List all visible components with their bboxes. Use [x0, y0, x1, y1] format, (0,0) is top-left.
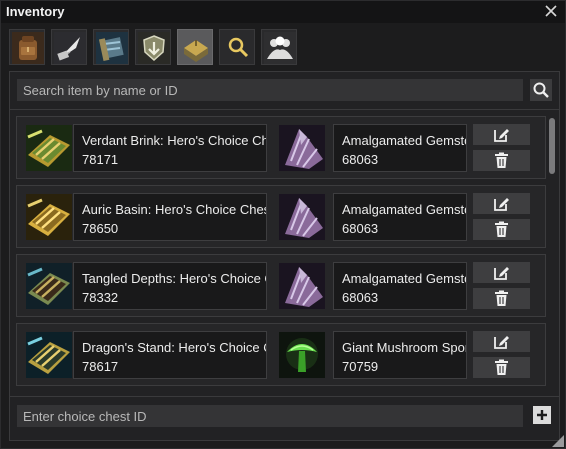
tab-search[interactable]: [219, 29, 255, 65]
item-name: Amalgamated Gemstone: [342, 271, 466, 286]
inventory-window: Inventory Search item by name or ID Verd…: [0, 0, 566, 449]
tab-choice-chests[interactable]: [177, 29, 213, 65]
delete-button[interactable]: [473, 150, 530, 171]
feather-quill-icon: [54, 32, 86, 64]
search-input[interactable]: [17, 79, 523, 101]
list-item: Verdant Brink: Hero's Choice Chest 78171…: [16, 116, 546, 179]
trash-icon: [495, 359, 508, 375]
chest-icon: [26, 332, 72, 378]
divider: [10, 109, 559, 110]
list-item: Auric Basin: Hero's Choice Chest 78650 A…: [16, 185, 546, 248]
tab-backpack[interactable]: [9, 29, 45, 65]
tab-crafting[interactable]: [51, 29, 87, 65]
item-id: 68063: [342, 290, 379, 305]
trash-icon: [495, 221, 508, 237]
chest-id-input[interactable]: [17, 405, 523, 427]
list-item: Dragon's Stand: Hero's Choice Chest 7861…: [16, 323, 546, 386]
chest-list: Verdant Brink: Hero's Choice Chest 78171…: [16, 116, 546, 392]
search-bar: [17, 79, 523, 101]
delete-button[interactable]: [473, 357, 530, 378]
item-name: Amalgamated Gemstone: [342, 133, 466, 148]
tab-guild[interactable]: [261, 29, 297, 65]
edit-icon: [494, 198, 509, 211]
chest-id-bar: [17, 405, 523, 427]
item-id: 68063: [342, 221, 379, 236]
edit-button[interactable]: [473, 331, 530, 352]
item-field: Giant Mushroom Spore 70759: [333, 331, 467, 379]
window-title: Inventory: [6, 4, 65, 19]
chest-icon: [26, 194, 72, 240]
chest-field: Tangled Depths: Hero's Choice Chest 7833…: [73, 262, 267, 310]
chest-field: Verdant Brink: Hero's Choice Chest 78171: [73, 124, 267, 172]
item-field: Amalgamated Gemstone 68063: [333, 124, 467, 172]
gemstone-icon: [279, 194, 325, 240]
resize-grip-icon[interactable]: [552, 435, 564, 447]
shield-chest-icon: [138, 32, 170, 64]
delete-button[interactable]: [473, 219, 530, 240]
search-button[interactable]: [530, 79, 552, 101]
gemstone-icon: [279, 263, 325, 309]
search-icon: [533, 82, 549, 98]
edit-icon: [494, 129, 509, 142]
tab-maps[interactable]: [93, 29, 129, 65]
chest-icon: [26, 125, 72, 171]
item-name: Giant Mushroom Spore: [342, 340, 467, 355]
scrollbar[interactable]: [548, 116, 556, 392]
edit-button[interactable]: [473, 193, 530, 214]
group-icon: [264, 32, 296, 64]
edit-icon: [494, 336, 509, 349]
magnifier-icon: [222, 32, 254, 64]
close-icon[interactable]: [543, 3, 559, 19]
title-bar: Inventory: [1, 1, 565, 23]
chest-field: Auric Basin: Hero's Choice Chest 78650: [73, 193, 267, 241]
item-id: 68063: [342, 152, 379, 167]
backpack-icon: [12, 32, 44, 64]
divider: [10, 396, 559, 397]
chest-icon: [26, 263, 72, 309]
item-name: Amalgamated Gemstone: [342, 202, 466, 217]
gemstone-icon: [279, 125, 325, 171]
edit-button[interactable]: [473, 262, 530, 283]
chest-name: Dragon's Stand: Hero's Choice Chest: [82, 340, 266, 355]
chest-id: 78650: [82, 221, 119, 236]
list-item: Tangled Depths: Hero's Choice Chest 7833…: [16, 254, 546, 317]
edit-button[interactable]: [473, 124, 530, 145]
delete-button[interactable]: [473, 288, 530, 309]
inventory-panel: Verdant Brink: Hero's Choice Chest 78171…: [9, 71, 560, 441]
chest-name: Verdant Brink: Hero's Choice Chest: [82, 133, 267, 148]
choice-chest-icon: [180, 32, 212, 64]
mushroom-icon: [279, 332, 325, 378]
chest-id: 78171: [82, 152, 119, 167]
plus-icon: [537, 410, 547, 420]
chest-field: Dragon's Stand: Hero's Choice Chest 7861…: [73, 331, 267, 379]
chest-name: Auric Basin: Hero's Choice Chest: [82, 202, 267, 217]
item-field: Amalgamated Gemstone 68063: [333, 262, 467, 310]
add-button[interactable]: [533, 406, 551, 424]
item-field: Amalgamated Gemstone 68063: [333, 193, 467, 241]
scroll-thumb[interactable]: [549, 118, 555, 174]
trash-icon: [495, 290, 508, 306]
item-id: 70759: [342, 359, 379, 374]
chest-id: 78617: [82, 359, 119, 374]
map-scroll-icon: [96, 32, 128, 64]
chest-id: 78332: [82, 290, 119, 305]
edit-icon: [494, 267, 509, 280]
chest-name: Tangled Depths: Hero's Choice Chest: [82, 271, 266, 286]
trash-icon: [495, 152, 508, 168]
tab-loot[interactable]: [135, 29, 171, 65]
